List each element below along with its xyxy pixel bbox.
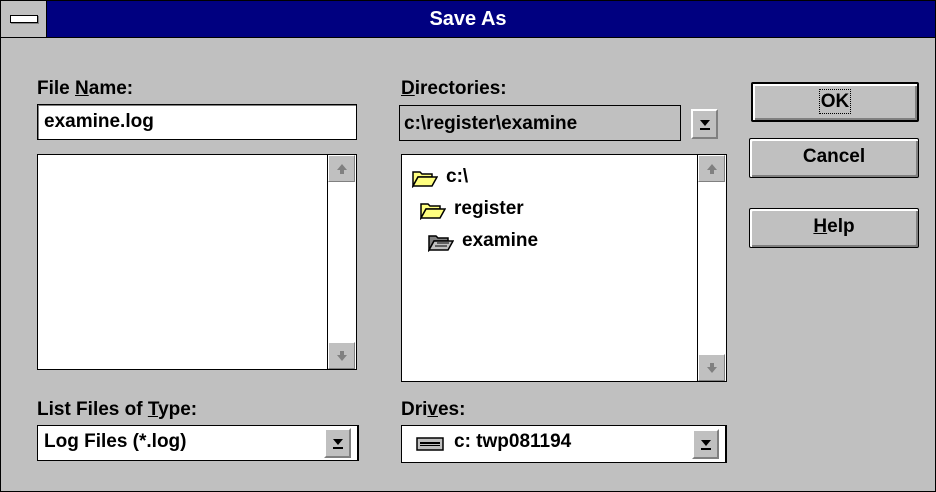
directories-label: Directories: bbox=[401, 78, 507, 99]
file-name-value: examine.log bbox=[44, 111, 154, 132]
file-list-scrollbar[interactable] bbox=[327, 155, 356, 369]
directory-list-scroll-down-button[interactable] bbox=[698, 354, 725, 381]
arrow-down-icon bbox=[707, 363, 717, 373]
drives-value: c: twp081194 bbox=[454, 431, 572, 452]
arrow-up-icon bbox=[337, 164, 347, 174]
file-type-label: List Files of Type: bbox=[37, 399, 198, 420]
drives-value-box: c: twp081194 bbox=[402, 426, 726, 462]
arrow-down-icon bbox=[700, 120, 710, 130]
current-directory-frame bbox=[399, 105, 681, 141]
file-list-scroll-down-button[interactable] bbox=[328, 342, 355, 369]
arrow-up-icon bbox=[707, 164, 717, 174]
cancel-button-label: Cancel bbox=[802, 146, 866, 167]
directories-scroll-button[interactable] bbox=[691, 109, 718, 139]
file-list-scroll-up-button[interactable] bbox=[328, 155, 355, 182]
file-list[interactable] bbox=[37, 154, 357, 370]
directory-list-scrollbar[interactable] bbox=[697, 155, 726, 381]
open-folder-selected-icon bbox=[428, 235, 454, 252]
directory-list-scroll-up-button[interactable] bbox=[698, 155, 725, 182]
directory-item-label: examine bbox=[462, 230, 539, 251]
file-name-input[interactable]: examine.log bbox=[37, 104, 357, 140]
file-type-dropdown[interactable]: Log Files (*.log) bbox=[37, 425, 359, 461]
chevron-down-icon bbox=[701, 440, 711, 450]
dialog-title: Save As bbox=[429, 8, 507, 30]
open-folder-icon bbox=[412, 171, 438, 188]
title-bar[interactable]: Save As bbox=[1, 1, 935, 38]
open-folder-icon bbox=[420, 203, 446, 220]
help-button-label: Help bbox=[813, 216, 855, 237]
directory-item-label: c:\ bbox=[446, 166, 469, 187]
save-as-dialog: Save As File Name: examine.log Directori… bbox=[0, 0, 936, 492]
directory-item-label: register bbox=[454, 198, 524, 219]
file-name-label: File Name: bbox=[37, 78, 134, 99]
ok-button[interactable]: OK bbox=[751, 82, 919, 122]
file-type-dropdown-button[interactable] bbox=[324, 428, 351, 458]
cancel-button[interactable]: Cancel bbox=[749, 138, 919, 178]
help-button[interactable]: Help bbox=[749, 208, 919, 248]
drives-dropdown-button[interactable] bbox=[692, 429, 719, 459]
drive-icon bbox=[416, 437, 444, 451]
ok-button-label: OK bbox=[818, 89, 852, 114]
drives-label: Drives: bbox=[401, 399, 466, 420]
file-type-value-box: Log Files (*.log) bbox=[38, 426, 358, 460]
file-type-value: Log Files (*.log) bbox=[44, 431, 187, 452]
chevron-down-icon bbox=[333, 439, 343, 449]
directory-list[interactable]: c:\ register examine bbox=[401, 154, 727, 382]
drives-dropdown[interactable]: c: twp081194 bbox=[401, 425, 727, 463]
arrow-down-icon bbox=[337, 351, 347, 361]
